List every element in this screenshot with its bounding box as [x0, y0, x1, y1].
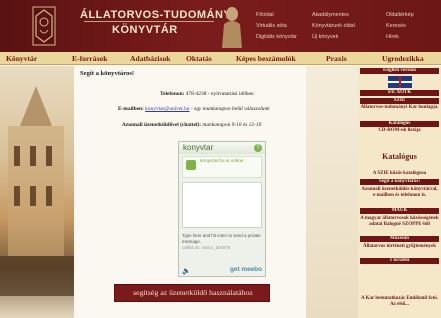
- header-link-search[interactable]: Keresés: [386, 21, 414, 32]
- statue-icon: [222, 7, 242, 48]
- nav-item-practice[interactable]: Praxis: [326, 54, 347, 63]
- mauk-link[interactable]: MAUK: [360, 208, 439, 214]
- main-nav: Könyvtár E-források Adatbázisok Oktatás …: [0, 52, 441, 65]
- header-link-new-books[interactable]: Új könyvek: [312, 32, 355, 43]
- chat-hint-text: Type here and hit enter to send a privat…: [182, 233, 261, 244]
- ask-librarian-link[interactable]: Segít a könyvtáros!: [360, 179, 439, 185]
- header-link-virtual-tour[interactable]: Virtuális séta: [256, 21, 297, 32]
- chat-widget-title: konyvtar: [183, 143, 214, 152]
- phone-info: Telefonon: 478-4238 - nyitvatartási időb…: [160, 91, 254, 97]
- mauk-description: A magyar állatorvosok közösségének adata…: [360, 216, 439, 227]
- catalog-link[interactable]: Katalógus: [360, 121, 439, 127]
- email-link[interactable]: konyvtar@univet.hu: [145, 106, 189, 112]
- nav-item-ugrodezikka[interactable]: Ugrodezikka: [382, 54, 424, 63]
- header-link-accessible[interactable]: Akadálymentes: [312, 10, 355, 21]
- title-divider: [84, 21, 214, 22]
- chat-message-area[interactable]: [182, 182, 262, 228]
- chat-help-button[interactable]: segítség az üzenetküldő használatához: [114, 284, 270, 302]
- chat-widget-header: konyvtar ?: [179, 142, 265, 154]
- email-info: E-mailben: konyvtar@univet.hu - egy munk…: [118, 106, 270, 112]
- bottom-description: A Kar bemutatkozás Emlékmű fotó. Az első…: [361, 296, 438, 307]
- header-link-digital-library[interactable]: Digitális könyvtár: [256, 32, 297, 43]
- phone-value: 478-4238 - nyitvatartási időben: [185, 91, 254, 97]
- building-illustration-icon: [0, 86, 74, 296]
- chat-username: called as: visitor_d0c879: [182, 245, 262, 251]
- left-building-image: [0, 66, 74, 318]
- site-header: ÁLLATORVOS-TUDOMÁNYI KÖNYVTÁR Főoldal Vi…: [0, 0, 441, 52]
- museum-link[interactable]: Múzeum: [360, 236, 439, 242]
- chat-label: Azonnali üzenetküldővel (chattel):: [122, 122, 202, 128]
- site-title-line1: ÁLLATORVOS-TUDOMÁNYI: [80, 9, 235, 21]
- university-emblem-icon: [32, 6, 56, 46]
- header-link-sitemap[interactable]: Oldaltérkép: [386, 10, 414, 21]
- nav-item-e-resources[interactable]: E-források: [72, 54, 107, 63]
- szie-link[interactable]: SZIE: [360, 98, 439, 104]
- header-links-col3: Oldaltérkép Keresés Hírek: [386, 10, 414, 43]
- chat-status-text: konyvtar.hu is online.: [200, 159, 245, 164]
- chat-input-hint[interactable]: Type here and hit enter to send a privat…: [182, 233, 262, 251]
- chat-status: konyvtar.hu is online.: [182, 156, 262, 178]
- english-version-link[interactable]: English version: [360, 68, 439, 74]
- chat-hours: munkanapon 9-10 és 12-10: [202, 122, 262, 128]
- nav-item-education[interactable]: Oktatás: [186, 54, 212, 63]
- ask-librarian-description: Azonnali üzenetküldés könyvtárral, e-mai…: [361, 187, 438, 198]
- right-sidebar: English version S/E ÁOTK SZIE Állatorvos…: [358, 66, 441, 318]
- right-decorative-image: [306, 66, 358, 318]
- uk-flag-icon[interactable]: [388, 76, 412, 88]
- online-status-icon: [186, 160, 196, 170]
- museum-description: Állatorvos történeti gyűjtemények: [362, 244, 437, 249]
- header-links-col2: Akadálymentes Könyvtárunk oldal Új könyv…: [312, 10, 355, 43]
- szie-description: Állatorvos-tudományi Kar honlapja.: [360, 105, 439, 110]
- email-note: - egy munkanapon belül válaszolunk: [190, 106, 270, 112]
- page-title: Segít a könyvtáros!: [80, 70, 135, 77]
- help-icon[interactable]: ?: [254, 144, 262, 152]
- phone-label: Telefonon:: [160, 91, 185, 97]
- sound-icon[interactable]: 🔈: [182, 267, 191, 275]
- chat-username-label: called as:: [182, 245, 201, 250]
- header-link-library-page[interactable]: Könyvtárunk oldal: [312, 21, 355, 32]
- chat-info: Azonnali üzenetküldővel (chattel): munka…: [122, 122, 261, 128]
- nav-item-photo-reports[interactable]: Képes beszámolók: [236, 54, 296, 63]
- header-links-col1: Főoldal Virtuális séta Digitális könyvtá…: [256, 10, 297, 43]
- chat-widget-footer: 🔈 get meebo: [179, 266, 265, 276]
- shared-catalog-link[interactable]: A SZIE közös katalógusa: [360, 171, 439, 177]
- chat-help-button-label: segítség az üzenetküldő használatához: [133, 288, 253, 297]
- meebo-logo[interactable]: get meebo: [230, 266, 262, 273]
- nav-item-library[interactable]: Könyvtár: [6, 54, 37, 63]
- site-title-line2: KÖNYVTÁR: [112, 24, 178, 36]
- header-link-home[interactable]: Főoldal: [256, 10, 297, 21]
- chat-widget: konyvtar ? konyvtar.hu is online. Type h…: [178, 141, 266, 277]
- more-link[interactable]: 1 további: [360, 258, 439, 264]
- nav-item-databases[interactable]: Adatbázisok: [130, 54, 171, 63]
- sote-link[interactable]: S/E ÁOTK: [360, 90, 439, 96]
- cdrom-list-link[interactable]: CD-ROM-ok listája: [360, 128, 439, 134]
- email-label: E-mailben:: [118, 106, 144, 112]
- header-link-news[interactable]: Hírek: [386, 32, 414, 43]
- chat-username-value[interactable]: visitor_d0c879: [202, 245, 230, 250]
- catalog-heading: Katalógus: [382, 152, 417, 161]
